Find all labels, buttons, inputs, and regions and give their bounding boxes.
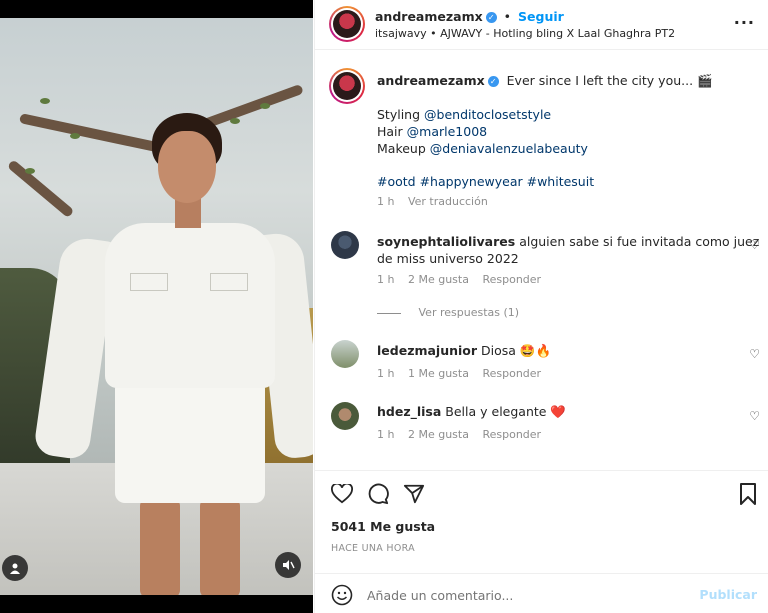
styling-mention[interactable]: @benditoclosetstyle bbox=[424, 107, 551, 122]
makeup-mention[interactable]: @deniavalenzuelabeauty bbox=[430, 141, 588, 156]
comment-username[interactable]: soynephtaliolivares bbox=[377, 234, 515, 249]
comment-text-continued: de miss universo 2022 bbox=[377, 251, 519, 266]
verified-icon: ✓ bbox=[487, 76, 499, 87]
audio-attribution[interactable]: itsajwavy • AJWAVY - Hotling bling X Laa… bbox=[375, 27, 675, 40]
comment-avatar[interactable] bbox=[331, 340, 359, 368]
hair-label: Hair bbox=[377, 124, 403, 139]
comment-likes[interactable]: 1 Me gusta bbox=[408, 367, 469, 380]
comment-time[interactable]: 1 h bbox=[377, 273, 394, 286]
caption-time[interactable]: 1 h bbox=[377, 195, 394, 208]
background-leaf bbox=[40, 98, 50, 104]
subject-jacket bbox=[105, 223, 275, 388]
comment-input[interactable] bbox=[367, 583, 687, 607]
comment-username[interactable]: ledezmajunior bbox=[377, 343, 477, 358]
author-avatar[interactable] bbox=[329, 6, 365, 42]
caption-hashtags[interactable]: #ootd #happynewyear #whitesuit bbox=[377, 174, 594, 189]
post-photo[interactable] bbox=[0, 18, 313, 595]
view-replies-button[interactable]: Ver respuestas (1) bbox=[419, 306, 520, 319]
save-bookmark-icon[interactable] bbox=[735, 481, 761, 507]
comment-username[interactable]: hdez_lisa bbox=[377, 404, 441, 419]
comment-likes[interactable]: 2 Me gusta bbox=[408, 428, 469, 441]
post-header: andreamezamx ✓ • Seguir itsajwavy • AJWAV… bbox=[315, 0, 768, 50]
subject-leg bbox=[200, 498, 240, 595]
like-heart-icon[interactable] bbox=[329, 481, 355, 507]
post-actions: 5041 Me gusta HACE UNA HORA Publicar bbox=[315, 470, 768, 613]
separator-dot: • bbox=[503, 9, 512, 24]
caption-author-avatar[interactable] bbox=[329, 68, 365, 104]
subject-leg bbox=[140, 498, 180, 595]
verified-icon: ✓ bbox=[485, 12, 497, 23]
makeup-label: Makeup bbox=[377, 141, 426, 156]
hair-mention[interactable]: @marle1008 bbox=[407, 124, 487, 139]
comment-text: alguien sabe si fue invitada como juez bbox=[519, 234, 760, 249]
post-media[interactable] bbox=[0, 0, 313, 613]
mute-icon[interactable] bbox=[275, 552, 301, 578]
more-options-icon[interactable]: ··· bbox=[734, 13, 755, 32]
follow-button[interactable]: Seguir bbox=[518, 9, 564, 24]
like-comment-heart-icon[interactable]: ♡ bbox=[749, 409, 760, 423]
caption-username[interactable]: andreamezamx bbox=[377, 73, 485, 88]
like-comment-heart-icon[interactable]: ♡ bbox=[749, 347, 760, 361]
subject-skirt bbox=[115, 383, 265, 503]
share-send-icon[interactable] bbox=[401, 481, 427, 507]
publish-button[interactable]: Publicar bbox=[699, 587, 757, 602]
background-leaf bbox=[25, 168, 35, 174]
caption-text: Ever since I left the city you... 🎬 bbox=[506, 73, 713, 88]
comment-text: Bella y elegante ❤️ bbox=[445, 404, 566, 419]
photo-subject bbox=[32, 113, 313, 595]
reply-button[interactable]: Responder bbox=[482, 273, 541, 286]
tagged-user-icon[interactable] bbox=[2, 555, 28, 581]
comment-time[interactable]: 1 h bbox=[377, 367, 394, 380]
author-username[interactable]: andreamezamx bbox=[375, 9, 483, 24]
jacket-pocket bbox=[210, 273, 248, 291]
comment-avatar[interactable] bbox=[331, 402, 359, 430]
comment-time[interactable]: 1 h bbox=[377, 428, 394, 441]
post-sidebar: andreamezamx ✓ • Seguir itsajwavy • AJWAV… bbox=[314, 0, 768, 613]
styling-label: Styling bbox=[377, 107, 421, 122]
comment-text: Diosa 🤩🔥 bbox=[481, 343, 552, 358]
post-timestamp[interactable]: HACE UNA HORA bbox=[331, 543, 415, 554]
comment-bubble-icon[interactable] bbox=[365, 481, 391, 507]
replies-divider bbox=[377, 312, 401, 314]
like-count[interactable]: 5041 Me gusta bbox=[331, 519, 435, 534]
jacket-pocket bbox=[130, 273, 168, 291]
reply-button[interactable]: Responder bbox=[482, 428, 541, 441]
like-comment-heart-icon[interactable]: ♡ bbox=[749, 238, 760, 252]
translate-link[interactable]: Ver traducción bbox=[408, 195, 488, 208]
comment-avatar[interactable] bbox=[331, 231, 359, 259]
emoji-icon[interactable] bbox=[331, 584, 353, 606]
comment-composer: Publicar bbox=[315, 573, 768, 613]
reply-button[interactable]: Responder bbox=[482, 367, 541, 380]
background-leaf bbox=[260, 103, 270, 109]
subject-face bbox=[158, 131, 216, 203]
comment-likes[interactable]: 2 Me gusta bbox=[408, 273, 469, 286]
